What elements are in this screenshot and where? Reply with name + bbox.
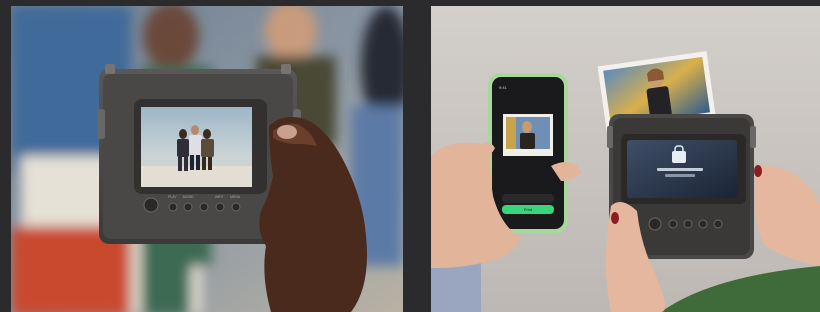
- blue-sleeve: [431, 261, 481, 312]
- print-button-label: Print: [524, 207, 533, 212]
- camera-lcd-screen: [141, 107, 252, 187]
- smartphone: 9:41 Print: [488, 73, 568, 233]
- camera-label-1: MODE: [183, 195, 194, 199]
- camera-label-0: PLAY: [168, 195, 177, 199]
- photo-phone-and-printer: 9:41 Print: [431, 6, 820, 312]
- camera-label-3: INFO: [215, 195, 224, 199]
- photo-camera-in-hand: PLAY MODE INFO MENU: [11, 6, 403, 312]
- photo-right-svg: 9:41 Print: [431, 6, 820, 312]
- phone-status-time: 9:41: [499, 85, 508, 90]
- camera-label-4: MENU: [230, 195, 241, 199]
- photo-left-svg: PLAY MODE INFO MENU: [11, 6, 403, 312]
